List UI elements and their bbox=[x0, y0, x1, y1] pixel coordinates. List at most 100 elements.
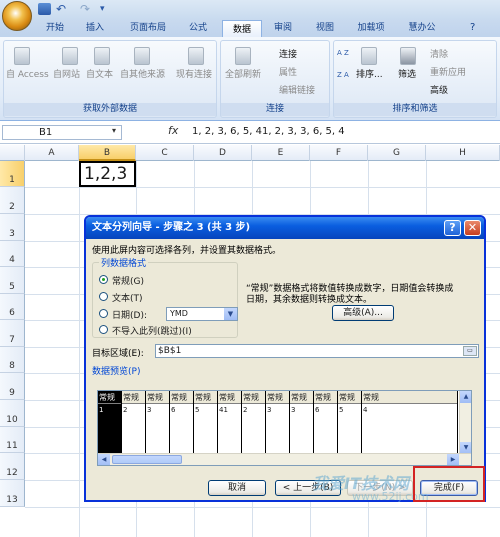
scroll-right-icon[interactable]: ▶ bbox=[447, 454, 459, 465]
radio-text-label[interactable]: 文本(T) bbox=[112, 291, 143, 304]
existing-connections-icon bbox=[188, 47, 204, 65]
cancel-button[interactable]: 取消 bbox=[208, 480, 266, 496]
edit-links-button[interactable]: 编辑链接 bbox=[279, 83, 315, 96]
column-header-e[interactable]: E bbox=[252, 145, 310, 161]
preview-vertical-scrollbar[interactable]: ▲ ▼ bbox=[459, 391, 471, 454]
scroll-thumb[interactable] bbox=[112, 455, 182, 464]
preview-value: 2 bbox=[243, 406, 248, 414]
scroll-left-icon[interactable]: ◀ bbox=[98, 454, 110, 465]
column-header-b[interactable]: B bbox=[79, 145, 136, 161]
row-header-12[interactable]: 12 bbox=[0, 453, 25, 480]
refresh-all-button[interactable]: 全部刷新 bbox=[225, 67, 261, 80]
column-header-g[interactable]: G bbox=[368, 145, 426, 161]
tab-insert[interactable]: 插入 bbox=[80, 19, 110, 37]
preview-column[interactable]: 常规 4 bbox=[362, 391, 458, 454]
insert-function-icon[interactable]: fx bbox=[168, 124, 178, 137]
row-header-6[interactable]: 6 bbox=[0, 294, 25, 320]
help-icon[interactable]: ? bbox=[470, 22, 475, 33]
group-connections: 全部刷新 连接 属性 编辑链接 连接 bbox=[220, 40, 330, 118]
row-header-11[interactable]: 11 bbox=[0, 427, 25, 453]
undo-icon[interactable]: ↶ bbox=[56, 3, 69, 15]
preview-column[interactable]: 常规 3 bbox=[266, 391, 290, 454]
row-header-1[interactable]: 1 bbox=[0, 161, 25, 187]
redo-icon[interactable]: ↷ bbox=[80, 3, 93, 15]
row-header-8[interactable]: 8 bbox=[0, 347, 25, 373]
dialog-close-button[interactable]: ✕ bbox=[464, 220, 481, 236]
column-headers: A B C D E F G H bbox=[0, 145, 500, 161]
radio-general[interactable] bbox=[99, 275, 108, 284]
chevron-down-icon[interactable]: ▼ bbox=[224, 308, 237, 320]
row-header-2[interactable]: 2 bbox=[0, 187, 25, 214]
preview-column[interactable]: 常规 6 bbox=[314, 391, 338, 454]
from-text-button[interactable]: 自文本 bbox=[86, 67, 113, 80]
from-other-sources-button[interactable]: 自其他来源 bbox=[120, 67, 165, 80]
customize-qat-icon[interactable]: ▾ bbox=[100, 3, 113, 15]
advanced-button[interactable]: 高级(A)... bbox=[332, 305, 394, 321]
column-header-c[interactable]: C bbox=[136, 145, 194, 161]
column-header-d[interactable]: D bbox=[194, 145, 252, 161]
sort-az-button[interactable]: A Z bbox=[337, 49, 349, 57]
sort-za-button[interactable]: Z A bbox=[337, 71, 349, 79]
preview-value: 3 bbox=[291, 406, 296, 414]
data-preview-grid[interactable]: 常规 1 常规 2 常规 3 常规 6 常规 5 常规 41 常规 2 常规 3 常规 3 常规 6… bbox=[97, 390, 472, 466]
tab-huibangong[interactable]: 慧办公 bbox=[402, 19, 442, 37]
cell-b1[interactable]: 1,2,3 bbox=[79, 161, 136, 187]
date-format-select[interactable]: YMD ▼ bbox=[166, 307, 238, 321]
row-header-5[interactable]: 5 bbox=[0, 267, 25, 294]
clear-button[interactable]: 清除 bbox=[430, 47, 448, 60]
dialog-help-button[interactable]: ? bbox=[444, 220, 461, 236]
radio-skip[interactable] bbox=[99, 325, 108, 334]
column-header-a[interactable]: A bbox=[25, 145, 79, 161]
tab-formulas[interactable]: 公式 bbox=[183, 19, 213, 37]
name-box[interactable]: B1 bbox=[2, 125, 122, 140]
filter-button[interactable]: 筛选 bbox=[398, 67, 416, 80]
row-header-7[interactable]: 7 bbox=[0, 320, 25, 347]
office-button[interactable] bbox=[2, 1, 32, 31]
scroll-up-icon[interactable]: ▲ bbox=[460, 391, 471, 403]
preview-column[interactable]: 常规 6 bbox=[170, 391, 194, 454]
radio-general-label[interactable]: 常规(G) bbox=[112, 274, 144, 287]
tab-addins[interactable]: 加载项 bbox=[350, 19, 392, 37]
radio-skip-label[interactable]: 不导入此列(跳过)(I) bbox=[112, 324, 192, 337]
advanced-filter-button[interactable]: 高级 bbox=[430, 83, 448, 96]
preview-column[interactable]: 常规 41 bbox=[218, 391, 242, 454]
tab-review[interactable]: 审阅 bbox=[268, 19, 298, 37]
radio-text[interactable] bbox=[99, 292, 108, 301]
column-header-f[interactable]: F bbox=[310, 145, 368, 161]
row-header-13[interactable]: 13 bbox=[0, 480, 25, 507]
row-header-10[interactable]: 10 bbox=[0, 400, 25, 427]
preview-column[interactable]: 常规 5 bbox=[194, 391, 218, 454]
formula-input[interactable]: 1, 2, 3, 6, 5, 41, 2, 3, 3, 6, 5, 4 bbox=[192, 126, 345, 137]
sort-button[interactable]: 排序... bbox=[356, 67, 383, 80]
tab-home[interactable]: 开始 bbox=[40, 19, 70, 37]
namebox-dropdown-icon[interactable]: ▾ bbox=[112, 126, 116, 135]
from-web-button[interactable]: 自网站 bbox=[53, 67, 80, 80]
reapply-button[interactable]: 重新应用 bbox=[430, 65, 466, 78]
column-header-h[interactable]: H bbox=[426, 145, 500, 161]
preview-column[interactable]: 常规 2 bbox=[122, 391, 146, 454]
tab-view[interactable]: 视图 bbox=[310, 19, 340, 37]
radio-date[interactable] bbox=[99, 309, 108, 318]
row-header-9[interactable]: 9 bbox=[0, 373, 25, 400]
preview-value: 3 bbox=[267, 406, 272, 414]
save-icon[interactable] bbox=[38, 3, 51, 15]
radio-date-label[interactable]: 日期(D): bbox=[112, 308, 147, 321]
preview-column[interactable]: 常规 1 bbox=[98, 391, 122, 454]
row-header-3[interactable]: 3 bbox=[0, 214, 25, 241]
tab-page-layout[interactable]: 页面布局 bbox=[122, 19, 174, 37]
properties-button[interactable]: 属性 bbox=[279, 65, 297, 78]
existing-connections-button[interactable]: 现有连接 bbox=[176, 67, 212, 80]
preview-horizontal-scrollbar[interactable]: ◀ ▶ bbox=[98, 453, 471, 465]
from-access-button[interactable]: 自 Access bbox=[6, 67, 49, 80]
select-all-corner[interactable] bbox=[0, 145, 25, 161]
preview-column[interactable]: 常规 3 bbox=[146, 391, 170, 454]
row-header-4[interactable]: 4 bbox=[0, 241, 25, 267]
target-area-input[interactable]: $B$1 ▭ bbox=[155, 344, 479, 358]
collapse-dialog-icon[interactable]: ▭ bbox=[463, 346, 477, 356]
preview-column[interactable]: 常规 5 bbox=[338, 391, 362, 454]
preview-column[interactable]: 常规 2 bbox=[242, 391, 266, 454]
preview-column[interactable]: 常规 3 bbox=[290, 391, 314, 454]
tab-data[interactable]: 数据 bbox=[222, 20, 262, 37]
column-format-legend: 列数据格式 bbox=[99, 256, 149, 269]
connections-button[interactable]: 连接 bbox=[279, 47, 297, 60]
